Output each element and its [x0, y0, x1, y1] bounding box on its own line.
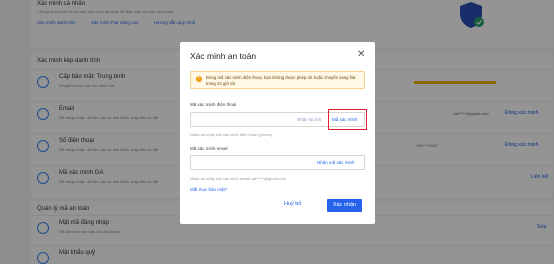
warning-text: Đóng mã xác minh điện thoại, bạn không đ… — [206, 75, 356, 86]
get-email-code-link[interactable]: Nhận mã xác minh — [317, 160, 355, 165]
email-code-hint: Nhận và nhập mã xác minh email nat*****@… — [190, 176, 287, 181]
highlight-box — [328, 109, 367, 130]
lost-security-item-link[interactable]: Mất mục bảo mật? — [190, 187, 227, 192]
warning-banner: ! Đóng mã xác minh điện thoại, bạn không… — [190, 71, 365, 89]
phone-code-hint: Nhận và nhập mã xác minh điện thoại (pho… — [190, 132, 273, 137]
email-code-label: Mã xác minh email — [190, 146, 228, 151]
modal-title: Xác minh an toàn — [190, 51, 257, 61]
close-icon[interactable]: ✕ — [357, 50, 365, 60]
phone-code-label: Mã xác minh điện thoại — [190, 102, 237, 107]
warning-icon: ! — [196, 76, 202, 82]
confirm-button[interactable]: Xác nhận — [327, 199, 362, 212]
cancel-button[interactable]: Huỷ bỏ — [284, 201, 301, 207]
resend-phone-code-link[interactable]: Nhận lại mã — [297, 117, 321, 122]
security-verification-modal: Xác minh an toàn ✕ ! Đóng mã xác minh đi… — [180, 42, 375, 224]
